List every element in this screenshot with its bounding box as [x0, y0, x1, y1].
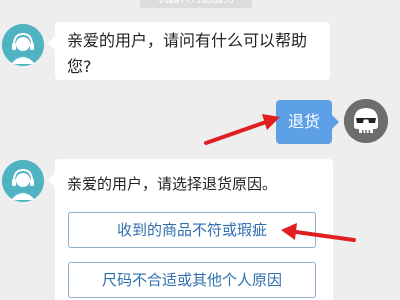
reason-option-personal[interactable]: 尺码不合适或其他个人原因 — [68, 262, 316, 298]
headset-agent-icon — [2, 160, 44, 202]
skull-sunglasses-icon — [344, 99, 388, 143]
user-message-return: 退货 — [276, 100, 339, 144]
system-notice: 机器人为您服务 — [140, 0, 252, 8]
headset-agent-icon — [2, 24, 44, 66]
agent-message-greeting: 亲爱的用户，请问有什么可以帮助您? — [48, 22, 330, 80]
reason-option-defective[interactable]: 收到的商品不符或瑕疵 — [68, 212, 316, 248]
red-arrow-icon — [204, 114, 280, 145]
agent-message-reason-prompt: 亲爱的用户，请选择退货原因。 收到的商品不符或瑕疵 尺码不合适或其他个人原因 — [48, 159, 333, 300]
agent-avatar — [2, 24, 44, 66]
reason-prompt-text: 亲爱的用户，请选择退货原因。 — [67, 175, 278, 193]
agent-avatar — [2, 160, 44, 202]
user-avatar — [344, 99, 388, 143]
